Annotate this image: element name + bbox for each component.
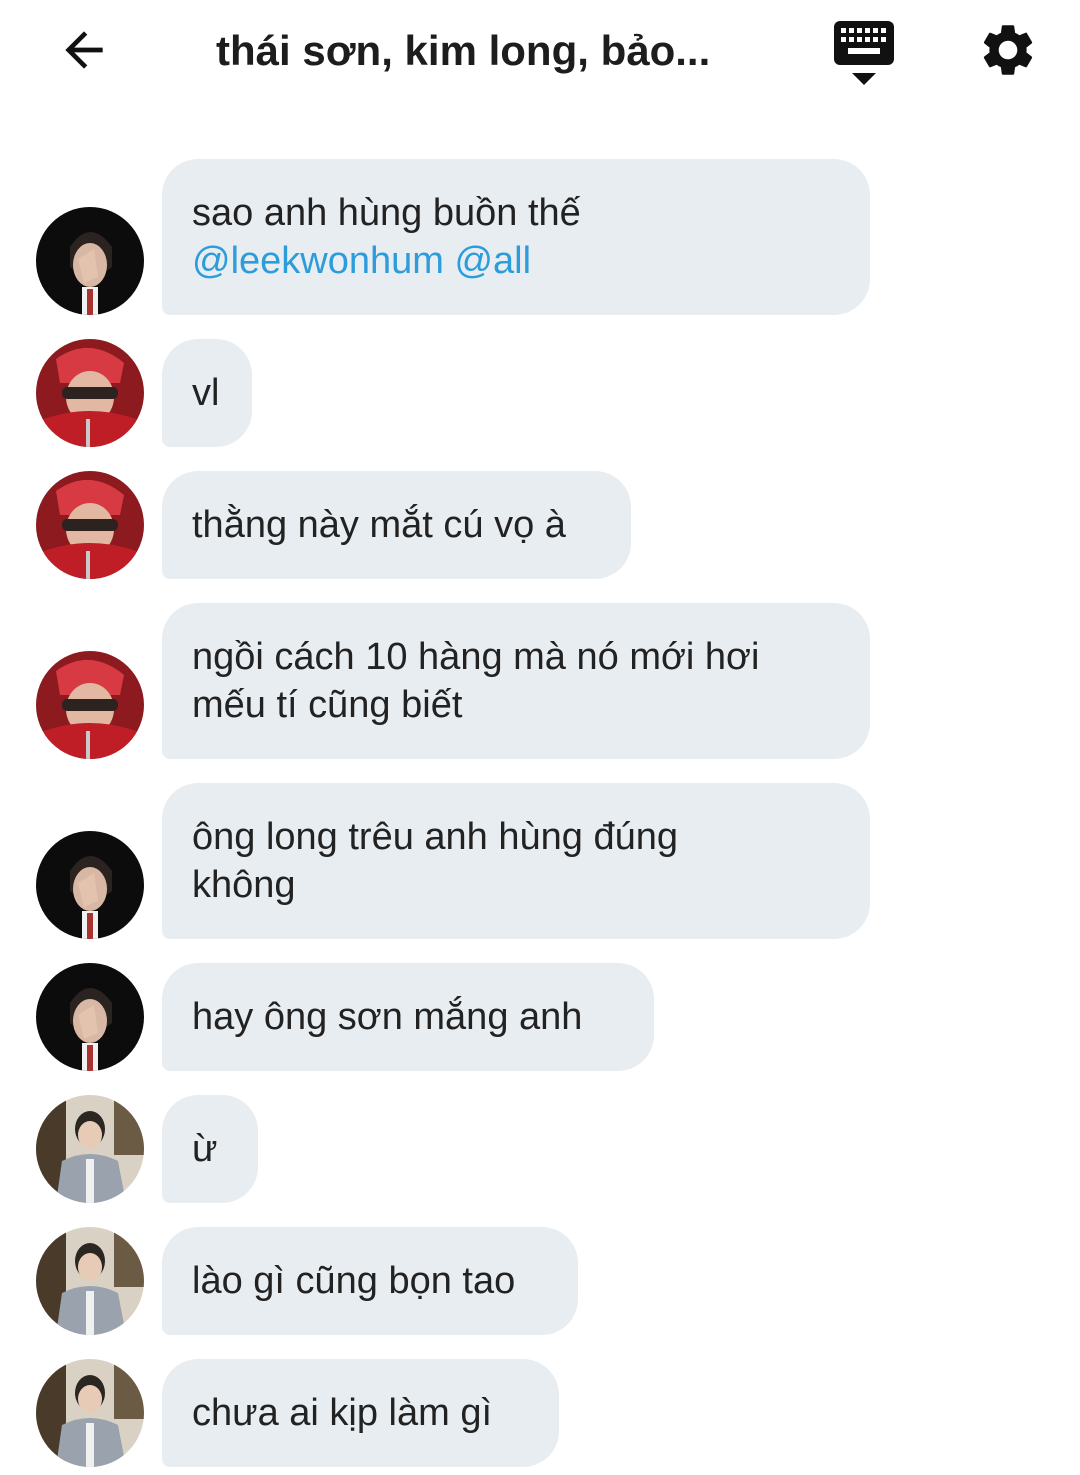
avatar-dark-hair-hand-face[interactable] — [36, 963, 144, 1071]
message-bubble[interactable]: ừ — [162, 1095, 258, 1203]
message-text: ừ — [192, 1128, 218, 1170]
message-text-line-1: ông long trêu anh hùng đúng — [192, 816, 678, 858]
settings-button[interactable] — [968, 12, 1048, 92]
message-bubble[interactable]: lào gì cũng bọn tao — [162, 1227, 578, 1335]
message-mentions[interactable]: @leekwonhum @all — [192, 237, 840, 285]
message-bubble[interactable]: ông long trêu anh hùng đúng không — [162, 783, 870, 939]
avatar-red-hair-sunglasses[interactable] — [36, 651, 144, 759]
message-bubble[interactable]: sao anh hùng buồn thế @leekwonhum @all — [162, 159, 870, 315]
avatar-red-hair-sunglasses[interactable] — [36, 471, 144, 579]
message-bubble[interactable]: hay ông sơn mắng anh — [162, 963, 654, 1071]
message-bubble[interactable]: chưa ai kịp làm gì — [162, 1359, 559, 1467]
avatar-red-hair-sunglasses[interactable] — [36, 339, 144, 447]
message-bubble[interactable]: vl — [162, 339, 252, 447]
message-text: hay ông sơn mắng anh — [192, 996, 583, 1038]
back-button[interactable] — [44, 12, 124, 92]
top-bar: thái sơn, kim long, bảo... — [0, 0, 1080, 110]
keyboard-hide-icon — [832, 19, 896, 94]
avatar-dark-hair-hand-face[interactable] — [36, 831, 144, 939]
message-text: thằng này mắt cú vọ à — [192, 504, 566, 546]
message-text: vl — [192, 372, 220, 414]
message-text: lào gì cũng bọn tao — [192, 1260, 516, 1302]
message-text-line-2: mếu tí cũng biết — [192, 684, 463, 726]
message-text: sao anh hùng buồn thế — [192, 192, 581, 234]
arrow-left-icon — [56, 22, 112, 83]
message-text-line-2: không — [192, 864, 296, 906]
message-text-line-1: ngồi cách 10 hàng mà nó mới hơi — [192, 636, 760, 678]
avatar-grey-cardigan[interactable] — [36, 1095, 144, 1203]
gear-icon — [977, 19, 1039, 86]
message-bubble[interactable]: ngồi cách 10 hàng mà nó mới hơi mếu tí c… — [162, 603, 870, 759]
avatar-grey-cardigan[interactable] — [36, 1227, 144, 1335]
conversation-title[interactable]: thái sơn, kim long, bảo... — [216, 24, 776, 78]
message-text: chưa ai kịp làm gì — [192, 1392, 493, 1434]
message-bubble[interactable]: thằng này mắt cú vọ à — [162, 471, 631, 579]
avatar-dark-hair-hand-face[interactable] — [36, 207, 144, 315]
avatar-grey-cardigan[interactable] — [36, 1359, 144, 1467]
keyboard-button[interactable] — [824, 16, 904, 96]
